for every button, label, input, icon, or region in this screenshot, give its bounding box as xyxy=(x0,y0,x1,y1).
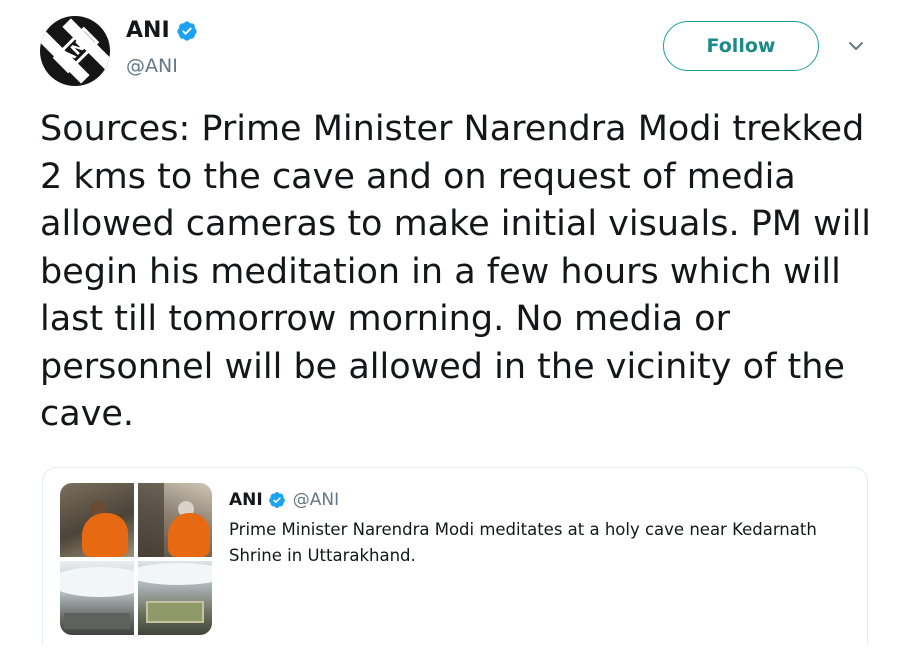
verified-badge-icon xyxy=(176,20,197,41)
media-thumbnail[interactable] xyxy=(60,561,134,635)
author-name-row[interactable]: ANI xyxy=(126,18,198,43)
tweet-text: Sources: Prime Minister Narendra Modi tr… xyxy=(40,109,871,434)
author-display-name[interactable]: ANI xyxy=(126,18,170,43)
quoted-tweet-media-grid[interactable] xyxy=(60,483,212,635)
quoted-author-handle[interactable]: @ANI xyxy=(293,490,339,510)
author-avatar[interactable]: ANI xyxy=(40,16,110,86)
media-thumbnail[interactable] xyxy=(138,561,212,635)
follow-button[interactable]: Follow xyxy=(663,21,819,71)
ani-logo-text: ANI xyxy=(58,32,94,68)
quoted-author-name[interactable]: ANI xyxy=(229,490,263,510)
quoted-tweet-text: Prime Minister Narendra Modi meditates a… xyxy=(229,520,817,565)
tweet-header: ANI ANI @ANI Follow xyxy=(0,0,900,90)
verified-badge-icon xyxy=(268,492,285,508)
chevron-down-icon[interactable] xyxy=(846,36,866,56)
media-thumbnail[interactable] xyxy=(60,483,134,557)
author-handle[interactable]: @ANI xyxy=(126,55,178,77)
quoted-tweet-card[interactable]: ANI @ANI Prime Minister Narendra Modi me… xyxy=(42,467,868,645)
quoted-author-row[interactable]: ANI @ANI xyxy=(229,490,339,510)
media-thumbnail[interactable] xyxy=(138,483,212,557)
